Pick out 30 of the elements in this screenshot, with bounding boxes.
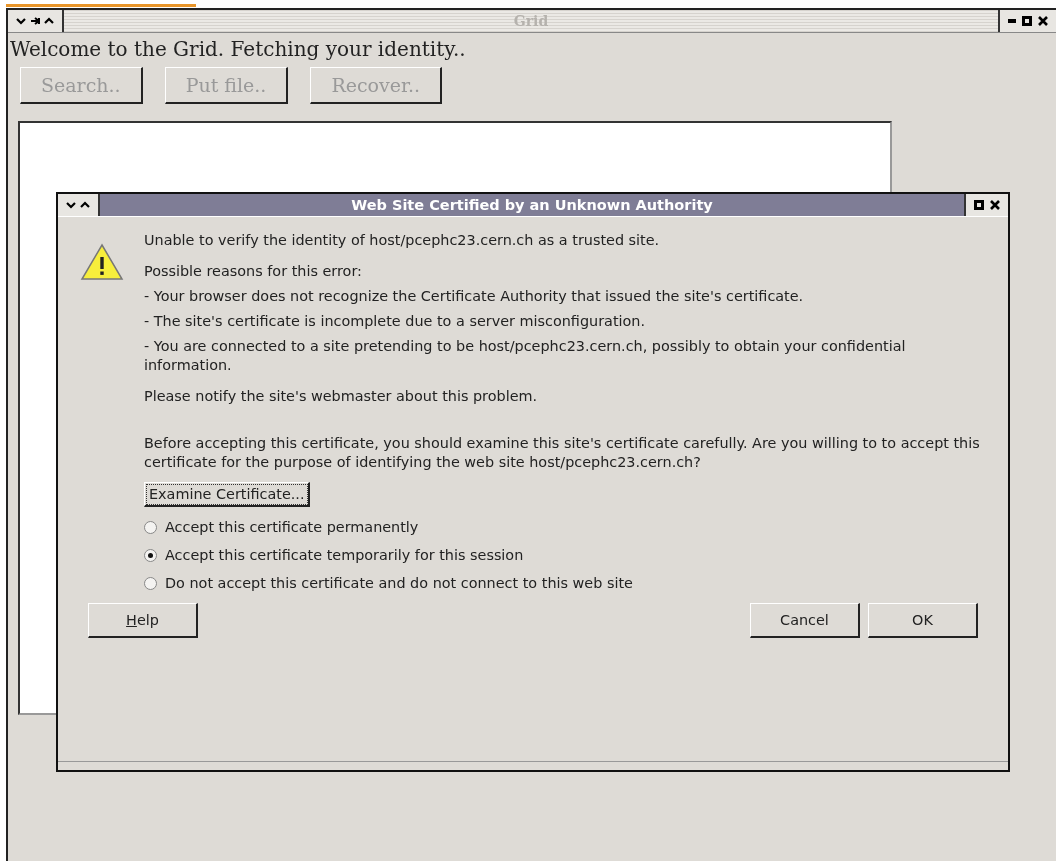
radio-button[interactable]	[144, 548, 157, 562]
warning-icon	[80, 243, 124, 281]
expand-icon[interactable]	[80, 201, 90, 209]
radio-button[interactable]	[144, 520, 157, 534]
maximize-icon[interactable]	[974, 200, 984, 210]
radio-label[interactable]: Do not accept this certificate and do not connect to this web site	[165, 575, 633, 591]
reasons-heading: Possible reasons for this error:	[144, 262, 363, 281]
close-icon[interactable]	[990, 200, 1000, 210]
question-text: Before accepting this certificate, you should examine this site's certificate carefully. Are you willing to to accept this certificate for the purpose of identifying the web site host/pcephc23.cern.ch?	[144, 434, 981, 472]
dialog-title: Web Site Certified by an Unknown Authority	[98, 194, 966, 216]
radio-button[interactable]	[144, 576, 157, 590]
close-icon[interactable]	[1038, 16, 1048, 26]
notify-text: Please notify the site's webmaster about this problem.	[144, 387, 539, 406]
window-title: Grid	[513, 13, 549, 29]
examine-certificate-button[interactable]: Examine Certificate...	[144, 482, 311, 507]
reason-text: - Your browser does not recognize the Certificate Authority that issued the site's certificate.	[144, 287, 805, 306]
expand-icon[interactable]	[44, 17, 54, 25]
radio-label[interactable]: Accept this certificate temporarily for this session	[165, 547, 524, 563]
message-text: Unable to verify the identity of host/pcephc23.cern.ch as a trusted site.	[144, 231, 661, 250]
maximize-icon[interactable]	[1022, 16, 1032, 26]
reason-text: - You are connected to a site pretending to be host/pcephc23.cern.ch, possibly to obtain your confidential information.	[144, 337, 907, 375]
dialog-button[interactable]: Cancel	[750, 603, 860, 638]
collapse-icon[interactable]	[66, 201, 76, 209]
help-button[interactable]: Help	[88, 603, 198, 638]
shade-icon[interactable]	[30, 17, 40, 25]
collapse-icon[interactable]	[16, 17, 26, 25]
dialog-button[interactable]: OK	[868, 603, 978, 638]
radio-label[interactable]: Accept this certificate permanently	[165, 519, 419, 535]
status-message: Welcome to the Grid. Fetching your identity..	[10, 37, 467, 61]
reason-text: - The site's certificate is incomplete due to a server misconfiguration.	[144, 312, 647, 331]
